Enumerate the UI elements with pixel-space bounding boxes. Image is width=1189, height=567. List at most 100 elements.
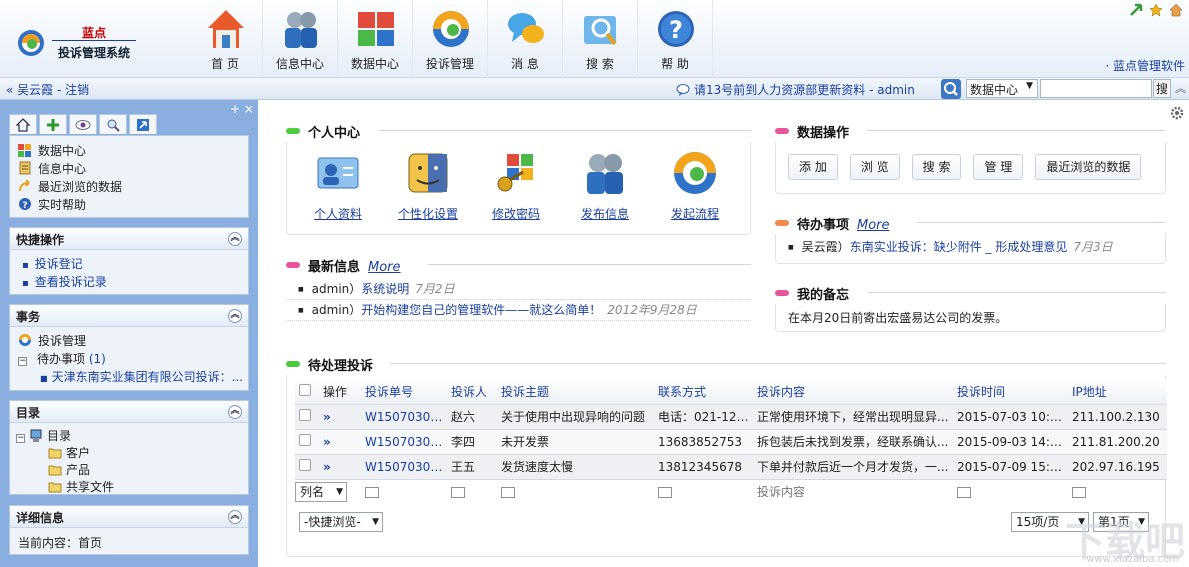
sidebar-tools[interactable]: + × xyxy=(230,102,254,116)
filter-icon[interactable] xyxy=(654,479,753,504)
tab-add-icon[interactable] xyxy=(39,114,67,134)
collapse-icon[interactable]: ︽ xyxy=(228,232,242,246)
catalog-panel-header[interactable]: 目录 ︽ xyxy=(10,401,248,423)
collapse-icon[interactable]: ︽ xyxy=(228,510,242,524)
quick-link-recent[interactable]: 最近浏览的数据 xyxy=(10,178,248,196)
complaint-ip: 211.81.200.20 xyxy=(1068,429,1167,455)
tree-collapse-icon[interactable]: − xyxy=(18,357,27,366)
catalog-folder-customers[interactable]: 客户 xyxy=(16,444,248,461)
nav-help[interactable]: ? 帮 助 xyxy=(638,0,713,78)
complaint-id[interactable]: W150703005 xyxy=(361,404,447,430)
search-input[interactable] xyxy=(1040,79,1152,98)
col-header[interactable]: 联系方式 xyxy=(654,379,753,405)
recent-data-button[interactable]: 最近浏览的数据 xyxy=(1035,154,1142,180)
news-more-link[interactable]: More xyxy=(368,260,401,275)
row-checkbox[interactable] xyxy=(295,454,319,480)
shortcut-panel-header[interactable]: 快捷操作 ︽ xyxy=(10,228,248,250)
nav-complaints[interactable]: 投诉管理 xyxy=(413,0,488,78)
browse-button[interactable]: 浏 览 xyxy=(849,154,900,180)
tree-collapse-icon[interactable]: − xyxy=(16,434,25,443)
app-logo[interactable]: 蓝点 投诉管理系统 xyxy=(16,22,146,64)
publish-info-item[interactable]: 发布信息 xyxy=(570,150,640,222)
col-header[interactable]: IP地址 xyxy=(1068,379,1167,405)
table-row[interactable]: » W150703004 李四 未开发票 13683852753 拆包装后未找到… xyxy=(295,429,1167,455)
tab-home-icon[interactable] xyxy=(9,114,37,134)
star-icon[interactable] xyxy=(1149,3,1163,17)
todo-more-link[interactable]: More xyxy=(857,218,890,233)
table-row[interactable]: » W150703005 赵六 关于使用中出现异响的问题 电话：021-123.… xyxy=(295,404,1167,430)
download-icon[interactable] xyxy=(1129,3,1143,17)
notice-banner[interactable]: 请13号前到人力资源部更新资料 - admin xyxy=(676,81,915,98)
row-open-icon[interactable]: » xyxy=(319,429,361,455)
col-header[interactable]: 投诉主题 xyxy=(497,379,654,405)
quick-browse-select[interactable]: -快捷浏览- xyxy=(299,512,383,532)
catalog-folder-products[interactable]: 产品 xyxy=(16,461,248,478)
search-button[interactable]: 搜 索 xyxy=(911,154,962,180)
gear-icon[interactable] xyxy=(1169,105,1185,121)
start-flow-item[interactable]: 发起流程 xyxy=(660,150,730,222)
col-header[interactable]: 投诉单号 xyxy=(361,379,447,405)
filter-icon[interactable] xyxy=(953,479,1068,504)
complaint-id[interactable]: W150703003 xyxy=(361,454,447,480)
brand-link[interactable]: · 蓝点管理软件 xyxy=(1105,57,1185,74)
manage-button[interactable]: 管 理 xyxy=(973,154,1024,180)
news-link[interactable]: 开始构建您自己的管理软件——就这么简单！ xyxy=(361,303,601,317)
filter-icon[interactable] xyxy=(1068,479,1167,504)
change-password-item[interactable]: 修改密码 xyxy=(481,150,551,222)
nav-home[interactable]: 首 页 xyxy=(188,0,263,78)
nav-messages[interactable]: 消 息 xyxy=(488,0,563,78)
affairs-panel-header[interactable]: 事务 ︽ xyxy=(10,305,248,327)
complaints-table: 操作 投诉单号 投诉人 投诉主题 联系方式 投诉内容 投诉时间 IP地址 » W… xyxy=(295,379,1167,504)
news-item[interactable]: admin）开始构建您自己的管理软件——就这么简单！ 2012年9月28日 xyxy=(286,300,751,321)
quick-link-help[interactable]: ? 实时帮助 xyxy=(10,196,248,214)
collapse-up-icon[interactable]: ︽ xyxy=(1175,80,1186,96)
affairs-complaint-management[interactable]: 投诉管理 xyxy=(10,332,248,350)
row-open-icon[interactable]: » xyxy=(319,404,361,430)
complaint-id[interactable]: W150703004 xyxy=(361,429,447,455)
affairs-todo[interactable]: − 待办事项 (1) xyxy=(10,350,248,368)
quick-link-data-center[interactable]: 数据中心 xyxy=(10,142,248,160)
filter-icon[interactable] xyxy=(361,479,447,504)
quick-link-info-center[interactable]: 信息中心 xyxy=(10,160,248,178)
news-link[interactable]: 系统说明 xyxy=(361,282,409,296)
tab-search-icon[interactable] xyxy=(99,114,127,134)
catalog-folder-shared[interactable]: 共享文件 xyxy=(16,478,248,495)
filter-icon[interactable] xyxy=(447,479,497,504)
panel-title: 目录 xyxy=(16,406,41,420)
nav-data[interactable]: 数据中心 xyxy=(338,0,413,78)
filter-icon[interactable] xyxy=(497,479,654,504)
collapse-icon[interactable]: ︽ xyxy=(228,309,242,323)
table-row[interactable]: » W150703003 王五 发货速度太慢 13812345678 下单并付款… xyxy=(295,454,1167,480)
add-button[interactable]: 添 加 xyxy=(788,154,838,180)
column-filter-select[interactable]: 列名 xyxy=(295,479,361,504)
news-item[interactable]: admin）系统说明 7月2日 xyxy=(286,279,751,300)
personal-center-title: 个人中心 xyxy=(286,122,751,142)
personal-profile-item[interactable]: 个人资料 xyxy=(303,150,373,222)
col-header[interactable]: 投诉人 xyxy=(447,379,497,405)
row-checkbox[interactable] xyxy=(295,429,319,455)
search-icon[interactable] xyxy=(941,79,961,99)
col-header[interactable]: 投诉时间 xyxy=(953,379,1068,405)
detail-panel-header[interactable]: 详细信息 ︽ xyxy=(10,506,248,528)
personal-settings-item[interactable]: 个性化设置 xyxy=(393,150,463,222)
shortcut-complaint-records[interactable]: 查看投诉记录 xyxy=(10,273,248,291)
folder-icon xyxy=(48,482,62,493)
col-header[interactable]: 投诉内容 xyxy=(753,379,953,405)
todo-link[interactable]: 东南实业投诉：缺少附件 _ 形成处理意见 xyxy=(850,240,1068,254)
row-open-icon[interactable]: » xyxy=(319,454,361,480)
home-small-icon[interactable] xyxy=(1169,3,1183,17)
todo-item[interactable]: 吴云霞）东南实业投诉：缺少附件 _ 形成处理意见 7月3日 xyxy=(776,237,1165,258)
nav-search[interactable]: 搜 索 xyxy=(563,0,638,78)
search-scope-select[interactable]: 数据中心 ▼ xyxy=(966,79,1038,98)
user-logout-link[interactable]: « 吴云霞 - 注销 xyxy=(6,81,89,98)
shortcut-complaint-register[interactable]: 投诉登记 xyxy=(10,255,248,273)
nav-info[interactable]: 信息中心 xyxy=(263,0,338,78)
select-all-checkbox[interactable] xyxy=(295,379,319,405)
tab-link-icon[interactable] xyxy=(129,114,157,134)
tab-view-icon[interactable] xyxy=(69,114,97,134)
row-checkbox[interactable] xyxy=(295,404,319,430)
collapse-icon[interactable]: ︽ xyxy=(228,405,242,419)
catalog-root[interactable]: − 目录 xyxy=(16,427,248,444)
affairs-todo-sub-item[interactable]: ■ 天津东南实业集团有限公司投诉：... xyxy=(10,368,248,386)
search-button[interactable]: 搜 xyxy=(1153,79,1171,98)
